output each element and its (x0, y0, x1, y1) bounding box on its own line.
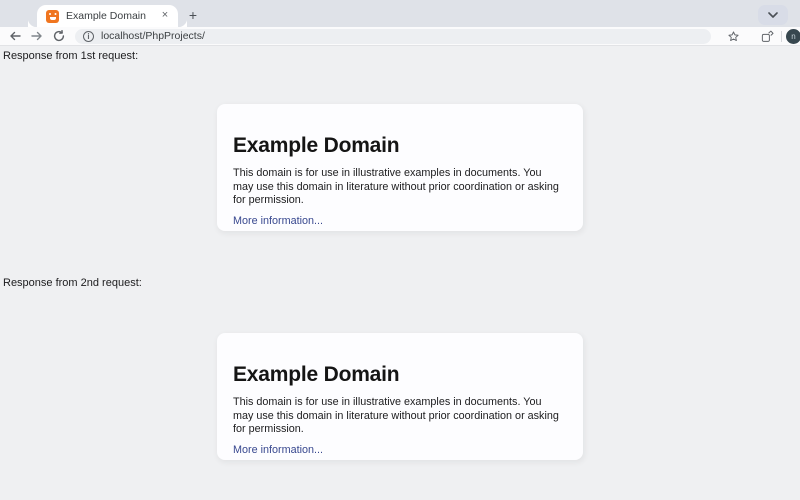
url-text[interactable]: localhost/PhpProjects/ (101, 30, 205, 42)
tab-title: Example Domain (66, 10, 146, 22)
address-bar[interactable]: i localhost/PhpProjects/ (75, 28, 711, 44)
more-information-link[interactable]: More information... (233, 215, 323, 227)
tab-search-button[interactable] (758, 5, 788, 25)
response-label-2: Response from 2nd request: (3, 277, 142, 289)
new-tab-button[interactable]: + (184, 7, 202, 25)
back-icon (10, 31, 21, 41)
example-domain-card-1: Example Domain This domain is for use in… (217, 104, 583, 231)
browser-toolbar: i localhost/PhpProjects/ n (0, 27, 800, 46)
tab-strip: Example Domain × + (0, 0, 800, 27)
card-body-text: This domain is for use in illustrative e… (233, 167, 559, 206)
response-label-1: Response from 1st request: (3, 50, 139, 62)
card-body-text: This domain is for use in illustrative e… (233, 396, 559, 435)
card-title: Example Domain (233, 363, 400, 386)
reload-button[interactable] (48, 28, 70, 45)
tab-example-domain[interactable]: Example Domain × (37, 5, 187, 27)
example-domain-card-2: Example Domain This domain is for use in… (217, 333, 583, 460)
forward-button[interactable] (26, 28, 48, 45)
chevron-down-icon (768, 12, 778, 18)
xampp-favicon-icon (46, 9, 59, 23)
bookmark-button[interactable] (723, 28, 743, 45)
bookmark-star-icon (727, 30, 739, 41)
back-button[interactable] (4, 28, 26, 45)
card-title: Example Domain (233, 134, 400, 157)
page-content: Response from 1st request: Example Domai… (0, 47, 800, 500)
extensions-button[interactable] (757, 28, 777, 45)
tab-close-icon[interactable]: × (158, 9, 172, 23)
toolbar-divider (781, 30, 782, 42)
site-info-icon[interactable]: i (83, 30, 94, 42)
more-information-link[interactable]: More information... (233, 444, 323, 456)
reload-icon (53, 30, 65, 42)
profile-avatar[interactable]: n (786, 28, 800, 44)
forward-icon (31, 31, 42, 41)
extensions-icon (761, 30, 774, 42)
